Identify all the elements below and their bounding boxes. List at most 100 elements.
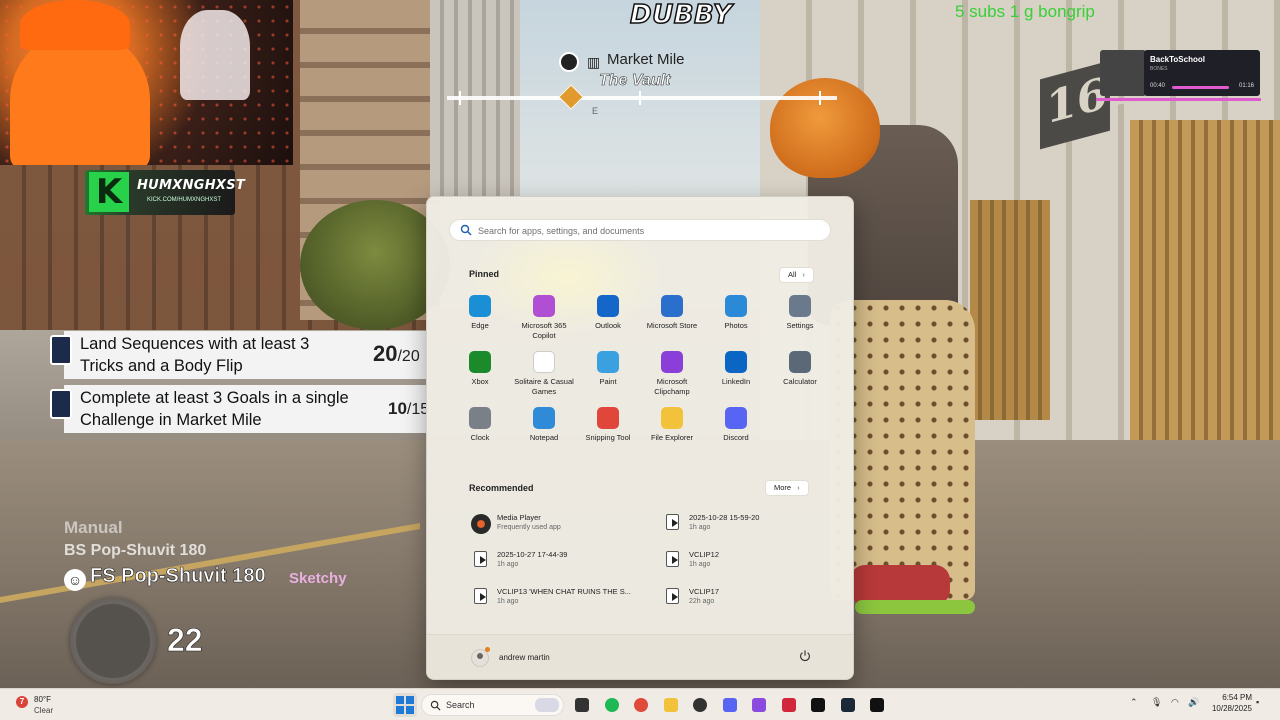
taskbar-search-label: Search	[446, 700, 475, 710]
pinned-app[interactable]: Snipping Tool	[576, 407, 640, 443]
challenge-text: Complete at least 3 Goals in a single Ch…	[80, 389, 349, 429]
clock[interactable]: 6:54 PM 10/28/2025	[1204, 693, 1252, 713]
spotify-icon-glyph	[604, 698, 619, 712]
pinned-app[interactable]: Xbox	[448, 351, 512, 387]
recommended-name: 2025-10-27 17-44-39	[497, 550, 568, 559]
all-apps-button[interactable]: All ›	[779, 267, 814, 283]
pinned-app[interactable]: Microsoft Store	[640, 295, 704, 331]
pinned-app-label: Edge	[471, 321, 489, 330]
song-progress-bar	[1172, 86, 1230, 89]
recommended-item[interactable]: VCLIP17 22h ago	[659, 585, 839, 611]
pinned-app-label: Microsoft Clipchamp	[654, 377, 690, 396]
task-view-icon[interactable]	[571, 694, 593, 716]
recommended-item[interactable]: VCLIP13 'WHEN CHAT RUINS THE S... 1h ago	[467, 585, 647, 611]
pinned-app[interactable]: Photos	[704, 295, 768, 331]
trick-line-current: ☺ FS Pop-Shuvit 180	[64, 565, 266, 591]
challenge-progress: 20/20	[373, 341, 420, 367]
skate-game-icon[interactable]	[866, 694, 888, 716]
compass-tick	[819, 91, 821, 105]
recommended-meta: 1h ago	[689, 524, 711, 531]
pinned-app[interactable]: Calculator	[768, 351, 832, 387]
more-button[interactable]: More ›	[765, 480, 809, 496]
start-search-input[interactable]	[478, 222, 818, 239]
volume-icon[interactable]: 🔊	[1188, 697, 1199, 708]
power-button[interactable]	[797, 649, 813, 665]
capcut-icon[interactable]	[807, 694, 829, 716]
recommended-name: Media Player	[497, 513, 541, 522]
weather-widget[interactable]: 7 80°F Clear	[16, 693, 76, 717]
song-artist: BONES	[1150, 66, 1168, 72]
video-file-icon	[666, 514, 679, 530]
pinned-app[interactable]: File Explorer	[640, 407, 704, 443]
skate-game-icon-glyph	[870, 698, 884, 712]
search-icon	[460, 224, 472, 236]
windows-start-button[interactable]	[393, 693, 417, 717]
pinned-app-label: Calculator	[783, 377, 817, 386]
challenge-text: Land Sequences with at least 3 Tricks an…	[80, 335, 310, 375]
pinned-app-label: LinkedIn	[721, 377, 751, 386]
recommended-meta: 22h ago	[689, 598, 715, 605]
roblox-icon[interactable]	[778, 694, 800, 716]
pinned-app[interactable]: Edge	[448, 295, 512, 331]
pinned-app[interactable]: Notepad	[512, 407, 576, 443]
pinned-app[interactable]: Paint	[576, 351, 640, 387]
clipchamp-icon	[661, 351, 683, 373]
recommended-item[interactable]: 2025-10-28 15-59-20 1h ago	[659, 511, 839, 537]
pinned-app[interactable]: Clock	[448, 407, 512, 443]
stream-goal: 5 subs 1 g bongrip	[955, 2, 1095, 21]
streamer	[10, 30, 150, 165]
pinned-app[interactable]: Outlook	[576, 295, 640, 331]
microphone-icon[interactable]: 🎙	[1151, 697, 1162, 708]
user-name[interactable]: andrew martin	[499, 653, 550, 662]
skater-icon: ☺	[64, 569, 86, 591]
pinned-app[interactable]: Solitaire & Casual Games	[512, 351, 576, 397]
more-label: More	[774, 483, 792, 492]
recommended-item[interactable]: VCLIP12 1h ago	[659, 548, 839, 574]
windows-logo-icon	[406, 696, 414, 704]
notification-icon[interactable]: ▪	[1256, 697, 1259, 707]
spotify-icon[interactable]	[601, 694, 623, 716]
start-search-box[interactable]	[449, 219, 831, 241]
roblox-icon-glyph	[781, 698, 796, 712]
chrome-icon[interactable]	[630, 694, 652, 716]
challenge-icon	[50, 335, 72, 365]
challenge-card: Land Sequences with at least 3 Tricks an…	[48, 331, 428, 379]
pinned-app-label: Notepad	[529, 433, 559, 442]
song-title: BackToSchool	[1150, 55, 1205, 64]
linkedin-icon	[725, 351, 747, 373]
pinned-app-label: Discord	[723, 433, 749, 442]
wifi-icon[interactable]: ◠	[1171, 697, 1179, 708]
pinned-app[interactable]: LinkedIn	[704, 351, 768, 387]
video-file-icon	[666, 588, 679, 604]
start-menu: Pinned All › Edge Microsoft 365 Copilot Out…	[426, 196, 854, 680]
steam-icon[interactable]	[837, 694, 859, 716]
file-explorer-icon-glyph	[663, 698, 678, 712]
taskbar-search[interactable]: Search	[421, 694, 564, 716]
recommended-item[interactable]: Media Player Frequently used app	[467, 511, 647, 537]
steam-icon-glyph	[840, 698, 855, 712]
pinned-app-label: File Explorer	[650, 433, 694, 442]
pinned-app[interactable]: Discord	[704, 407, 768, 443]
xbox-icon	[469, 351, 491, 373]
discord-icon[interactable]	[719, 694, 741, 716]
sky	[520, 0, 780, 200]
pinned-app[interactable]: Settings	[768, 295, 832, 331]
building-icon: ▥	[587, 54, 601, 70]
recommended-item[interactable]: 2025-10-27 17-44-39 1h ago	[467, 548, 647, 574]
obs-icon[interactable]	[689, 694, 711, 716]
capcut-icon-glyph	[811, 698, 825, 712]
media-player-icon	[471, 514, 491, 534]
album-art	[1100, 50, 1146, 96]
file-explorer-icon[interactable]	[660, 694, 682, 716]
status-dot	[485, 647, 490, 652]
all-apps-label: All	[788, 270, 797, 279]
skateboard	[855, 600, 975, 614]
windows-logo-icon	[396, 696, 404, 704]
chevron-up-icon[interactable]: ⌃	[1130, 697, 1138, 708]
accent-line	[1096, 98, 1261, 101]
pinned-app[interactable]: Microsoft Clipchamp	[640, 351, 704, 397]
pinned-app[interactable]: Microsoft 365 Copilot	[512, 295, 576, 341]
compass-direction: E	[592, 106, 599, 116]
twitch-like-icon[interactable]	[748, 694, 770, 716]
combo-count: 22	[167, 622, 203, 659]
